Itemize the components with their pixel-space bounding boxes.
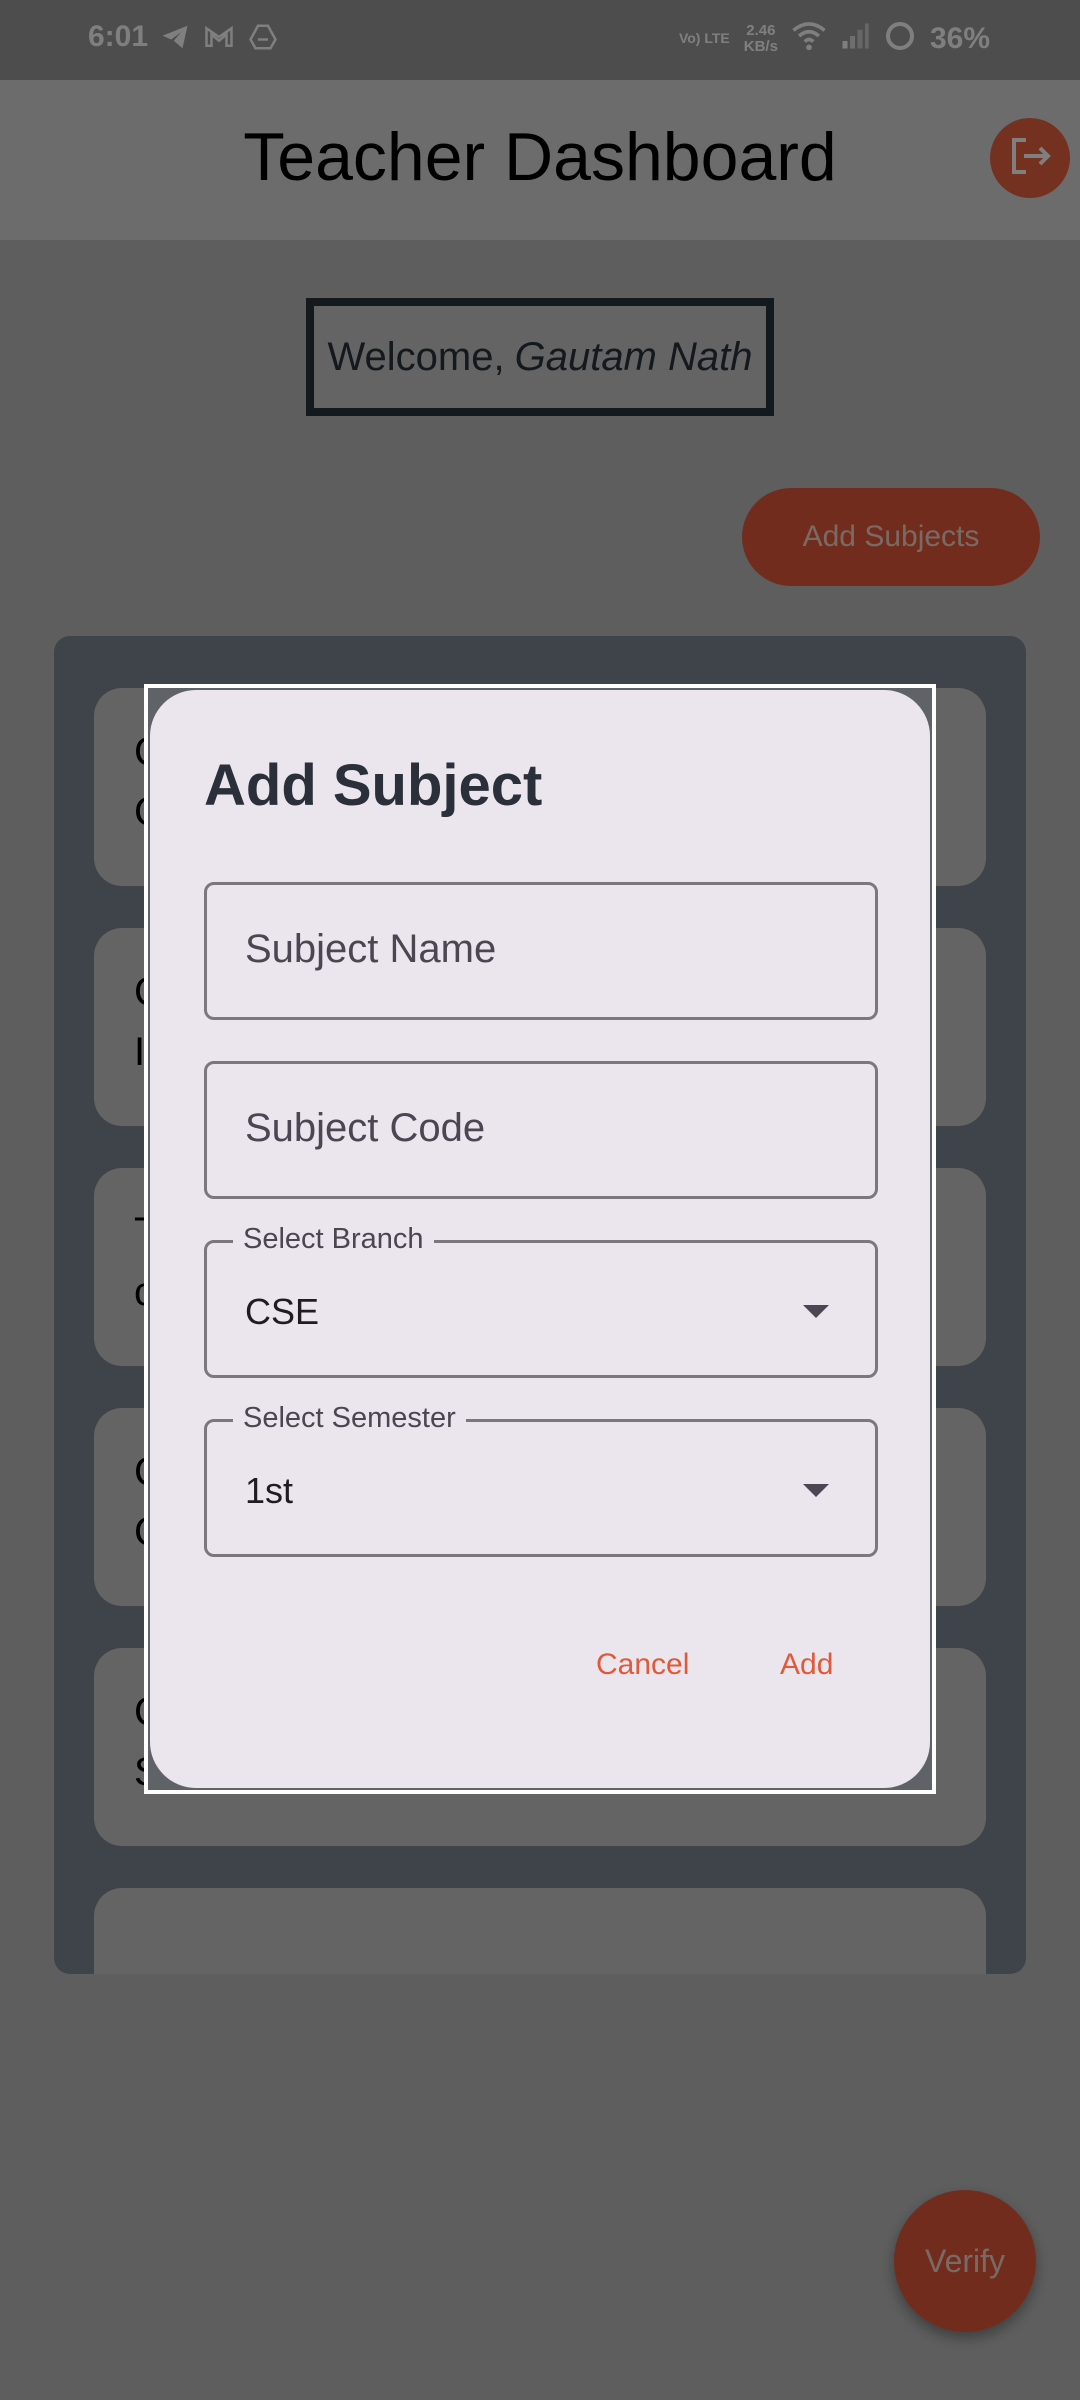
add-subject-dialog: Add Subject Subject Name Subject Code Se… [150,690,930,1788]
semester-select[interactable]: Select Semester 1st [204,1402,878,1557]
semester-select-value: 1st [245,1470,294,1511]
branch-select-label: Select Branch [233,1223,434,1256]
branch-select-value: CSE [245,1291,320,1332]
cancel-button[interactable]: Cancel [596,1648,689,1682]
dialog-title: Add Subject [204,753,543,818]
branch-select[interactable]: Select Branch CSE [204,1223,878,1378]
subject-name-input[interactable]: Subject Name [204,882,878,1020]
chevron-down-icon [803,1305,829,1318]
subject-code-placeholder: Subject Code [245,1106,486,1150]
subject-code-input[interactable]: Subject Code [204,1061,878,1199]
add-button[interactable]: Add [780,1648,833,1682]
chevron-down-icon [803,1484,829,1497]
semester-select-label: Select Semester [233,1402,466,1435]
subject-name-placeholder: Subject Name [245,927,497,971]
